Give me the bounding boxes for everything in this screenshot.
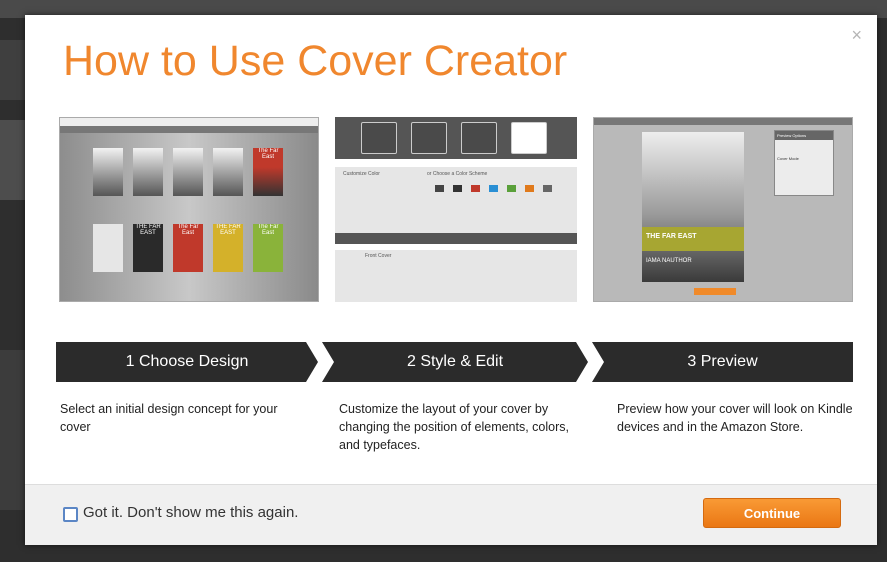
color-swatch bbox=[471, 185, 480, 192]
steps-bar: 1 Choose Design 2 Style & Edit 3 Preview bbox=[56, 342, 853, 382]
design-cover-thumbnail bbox=[93, 224, 123, 272]
preview-panel-title: Preview Options bbox=[775, 131, 833, 140]
step-choose-design: 1 Choose Design bbox=[56, 342, 318, 382]
design-cover-thumbnail bbox=[133, 148, 163, 196]
color-swatch bbox=[507, 185, 516, 192]
design-cover-thumbnail bbox=[173, 148, 203, 196]
color-swatch bbox=[543, 185, 552, 192]
close-icon[interactable]: × bbox=[851, 25, 862, 46]
tool-icons-bar bbox=[335, 117, 577, 159]
style-edit-screenshot: Customize Color or Choose a Color Scheme… bbox=[335, 117, 577, 302]
design-cover-thumbnail bbox=[213, 148, 243, 196]
design-cover-thumbnail bbox=[93, 148, 123, 196]
preview-book-author: IAMA NAUTHOR bbox=[646, 258, 692, 264]
step-3-description: Preview how your cover will look on Kind… bbox=[617, 402, 853, 434]
color-scheme-label: or Choose a Color Scheme bbox=[427, 171, 488, 177]
dont-show-again-label[interactable]: Got it. Don't show me this again. bbox=[83, 504, 298, 521]
preview-panel-item: Cover Mode bbox=[777, 156, 799, 161]
choose-design-screenshot: The Far East THE FAR EAST The Far East THE … bbox=[59, 117, 319, 302]
mini-toolbar bbox=[335, 233, 577, 244]
layout-panel: Front Cover bbox=[335, 250, 577, 302]
preview-screenshot: THE FAR EAST IAMA NAUTHOR Preview Option… bbox=[593, 117, 853, 302]
color-swatch bbox=[453, 185, 462, 192]
preview-save-button bbox=[694, 288, 736, 295]
preview-book-cover: THE FAR EAST IAMA NAUTHOR bbox=[642, 132, 744, 282]
dialog-footer: Got it. Don't show me this again. Contin… bbox=[25, 484, 877, 545]
dialog-title: How to Use Cover Creator bbox=[63, 37, 568, 85]
how-to-dialog: × How to Use Cover Creator The Far East T… bbox=[25, 15, 877, 545]
design-cover-thumbnail: The Far East bbox=[173, 224, 203, 272]
step-style-edit: 2 Style & Edit bbox=[322, 342, 588, 382]
front-cover-label: Front Cover bbox=[365, 253, 392, 259]
design-cover-thumbnail: THE FAR EAST bbox=[133, 224, 163, 272]
color-swatch bbox=[435, 185, 444, 192]
preview-book-title: THE FAR EAST bbox=[646, 233, 697, 240]
image-tool-icon bbox=[361, 122, 397, 154]
style-tool-icon bbox=[411, 122, 447, 154]
color-swatch bbox=[489, 185, 498, 192]
customize-color-label: Customize Color bbox=[343, 171, 380, 177]
text-tool-icon bbox=[511, 122, 547, 154]
continue-button[interactable]: Continue bbox=[703, 498, 841, 528]
dont-show-again-checkbox[interactable] bbox=[63, 507, 78, 522]
design-cover-thumbnail: The Far East bbox=[253, 224, 283, 272]
step-2-description: Customize the layout of your cover by ch… bbox=[339, 402, 569, 452]
preview-options-panel: Preview Options Cover Mode bbox=[774, 130, 834, 196]
step-preview: 3 Preview bbox=[592, 342, 853, 382]
color-panel: Customize Color or Choose a Color Scheme bbox=[335, 167, 577, 233]
layout-tool-icon bbox=[461, 122, 497, 154]
step-1-description: Select an initial design concept for you… bbox=[60, 402, 278, 434]
color-swatch bbox=[525, 185, 534, 192]
design-cover-thumbnail: The Far East bbox=[253, 148, 283, 196]
design-cover-thumbnail: THE FAR EAST bbox=[213, 224, 243, 272]
